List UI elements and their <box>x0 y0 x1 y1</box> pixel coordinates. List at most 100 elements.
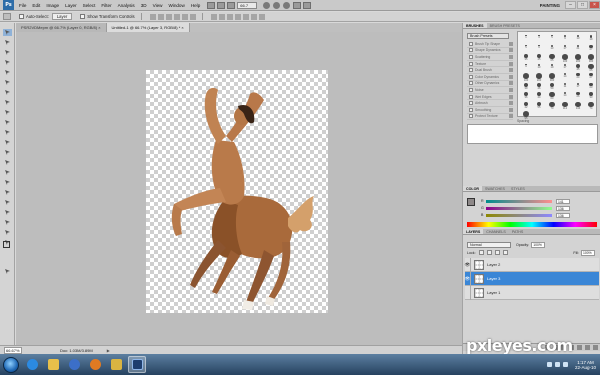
brush-tip[interactable]: 300 <box>546 72 558 82</box>
quick-selection-tool-icon[interactable] <box>3 59 12 66</box>
channel-value-field[interactable]: 136 <box>556 205 570 211</box>
clone-stamp-tool-icon[interactable] <box>3 109 12 116</box>
brush-option-checkbox[interactable] <box>469 61 473 66</box>
workspace-switcher[interactable]: PAINTING <box>540 3 560 8</box>
brush-tip[interactable]: 23 <box>585 82 597 92</box>
layer-row[interactable]: Layer 1 <box>465 285 599 300</box>
pen-tool-icon[interactable] <box>3 169 12 176</box>
brush-option-row[interactable]: Wet Edges <box>467 94 513 101</box>
channel-slider[interactable] <box>486 206 552 210</box>
distribute-center-icon[interactable] <box>242 13 249 20</box>
brush-tip[interactable]: 36 <box>520 91 532 101</box>
photoshop-icon[interactable] <box>128 356 146 373</box>
brush-tip[interactable]: 200 <box>572 53 584 63</box>
align-left-icon[interactable] <box>173 13 180 20</box>
show-transform-checkbox[interactable] <box>80 14 86 19</box>
tray-volume-icon[interactable] <box>562 362 568 367</box>
color-spectrum-bar[interactable] <box>467 222 597 227</box>
dodge-tool-icon[interactable] <box>3 159 12 166</box>
auto-align-icon[interactable] <box>258 13 265 20</box>
new-layer-icon[interactable] <box>585 345 590 350</box>
brush-tip[interactable]: 19 <box>546 63 558 73</box>
brush-option-checkbox[interactable] <box>469 48 473 53</box>
brush-tip[interactable]: 9 <box>520 63 532 73</box>
document-tab-active[interactable]: Untitled-1 @ 66.7% (Layer 3, RGB/8) * × <box>106 23 190 32</box>
eye-icon[interactable]: 👁 <box>465 271 471 286</box>
document-tab[interactable]: PSR2VDMepm @ 66.7% (Layer 0, RGB/8) × <box>16 23 107 32</box>
brush-tip[interactable]: 14 <box>559 91 571 101</box>
brush-tip[interactable]: 17 <box>572 82 584 92</box>
align-right-icon[interactable] <box>189 13 196 20</box>
brush-option-row[interactable]: Smoothing <box>467 107 513 114</box>
distribute-bottom-icon[interactable] <box>226 13 233 20</box>
brush-tip[interactable]: 11 <box>559 82 571 92</box>
brush-tip[interactable]: 3 <box>533 34 545 44</box>
channel-value-field[interactable]: 141 <box>556 198 570 204</box>
layer-row[interactable]: 👁 Layer 3 <box>465 271 599 286</box>
brush-option-row[interactable]: Protect Texture <box>467 114 513 121</box>
blur-tool-icon[interactable] <box>3 149 12 156</box>
brush-option-checkbox[interactable] <box>469 107 473 112</box>
tab-channels[interactable]: CHANNELS <box>483 229 509 234</box>
path-selection-tool-icon[interactable] <box>3 189 12 196</box>
shape-tool-icon[interactable] <box>3 199 12 206</box>
brush-option-row[interactable]: Shape Dynamics <box>467 48 513 55</box>
brush-tip[interactable]: 19 <box>585 34 597 44</box>
history-brush-tool-icon[interactable] <box>3 119 12 126</box>
gradient-tool-icon[interactable] <box>3 139 12 146</box>
lasso-tool-icon[interactable] <box>3 49 12 56</box>
brush-option-checkbox[interactable] <box>469 101 473 106</box>
foreground-color-swatch[interactable] <box>3 241 10 248</box>
rotate-view-icon[interactable] <box>283 1 291 9</box>
document-canvas[interactable] <box>146 70 328 313</box>
foreground-swatch[interactable] <box>467 198 475 206</box>
lock-pixels-icon[interactable] <box>486 250 492 255</box>
tab-brushes[interactable]: BRUSHES <box>463 23 487 28</box>
clock[interactable]: 1:17 AM 22-Aug-10 <box>575 360 596 370</box>
brush-option-row[interactable]: Other Dynamics <box>467 81 513 88</box>
lock-icon[interactable] <box>509 54 513 59</box>
brush-tip[interactable]: 27 <box>585 44 597 54</box>
tab-brush-presets[interactable]: BRUSH PRESETS <box>487 23 523 28</box>
menu-view[interactable]: View <box>150 3 166 8</box>
zoom-tool-icon[interactable] <box>273 1 281 9</box>
menu-filter[interactable]: Filter <box>98 3 114 8</box>
brush-tip[interactable]: 14 <box>559 72 571 82</box>
brush-option-checkbox[interactable] <box>469 94 473 99</box>
brush-tip[interactable]: 24 <box>572 72 584 82</box>
menu-help[interactable]: Help <box>188 3 203 8</box>
distribute-top-icon[interactable] <box>210 13 217 20</box>
align-center-icon[interactable] <box>181 13 188 20</box>
lock-icon[interactable] <box>509 61 513 66</box>
lock-icon[interactable] <box>509 101 513 106</box>
mini-bridge-icon[interactable] <box>217 1 226 9</box>
status-menu-arrow-icon[interactable]: ▶ <box>107 348 110 353</box>
brush-tip[interactable]: 17 <box>559 44 571 54</box>
tab-swatches[interactable]: SWATCHES <box>482 186 508 191</box>
align-middle-icon[interactable] <box>157 13 164 20</box>
brush-tip[interactable]: 39 <box>520 82 532 92</box>
brush-option-row[interactable]: Texture <box>467 61 513 68</box>
brush-tip[interactable]: 26 <box>572 91 584 101</box>
explorer-icon[interactable] <box>44 356 62 373</box>
brush-tip[interactable]: 100 <box>520 72 532 82</box>
firefox-icon[interactable] <box>86 356 104 373</box>
brush-option-row[interactable]: Scattering <box>467 54 513 61</box>
menu-layer[interactable]: Layer <box>62 3 80 8</box>
brush-tip[interactable]: 300 <box>585 53 597 63</box>
brush-option-row[interactable]: Brush Tip Shape <box>467 41 513 48</box>
brush-tip[interactable]: 13 <box>572 34 584 44</box>
lock-icon[interactable] <box>509 81 513 86</box>
brush-tip[interactable]: 5 <box>546 34 558 44</box>
channel-slider[interactable] <box>486 213 552 217</box>
3d-orbit-tool-icon[interactable] <box>3 219 12 226</box>
distribute-right-icon[interactable] <box>250 13 257 20</box>
brush-tool-icon[interactable] <box>3 99 12 106</box>
brush-tip[interactable]: 27 <box>585 72 597 82</box>
3d-rotate-tool-icon[interactable] <box>3 209 12 216</box>
arrange-documents-icon[interactable] <box>293 1 302 9</box>
lock-icon[interactable] <box>509 68 513 73</box>
opacity-field[interactable]: 100% <box>531 242 546 248</box>
brush-option-checkbox[interactable] <box>469 87 473 92</box>
move-tool-preset-icon[interactable] <box>3 13 11 20</box>
